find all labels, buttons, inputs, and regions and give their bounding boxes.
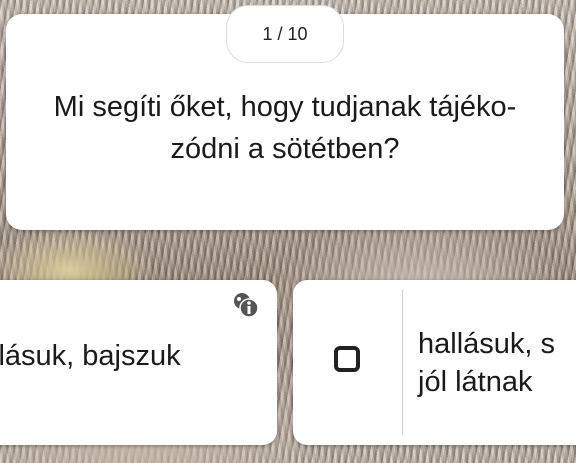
answer-option-right[interactable]: hallásuk, s jól látnak bbox=[293, 280, 576, 445]
question-line-2: zódni a sötétben? bbox=[170, 133, 400, 165]
answer-right-line-1: hallásuk, s bbox=[418, 328, 556, 360]
checkbox-icon[interactable] bbox=[334, 346, 360, 372]
info-icon[interactable] bbox=[232, 291, 260, 319]
answer-right-text: hallásuk, s jól látnak bbox=[418, 325, 555, 401]
divider bbox=[402, 290, 403, 435]
question-line-1: Mi segíti őket, hogy tudjanak tájéko- bbox=[53, 91, 517, 123]
answer-left-text: llásuk, bajszuk bbox=[0, 340, 181, 372]
answer-right-line-2: jól látnak bbox=[418, 366, 533, 398]
question-text: Mi segíti őket, hogy tudjanak tájéko- zó… bbox=[6, 86, 564, 170]
question-counter: 1 / 10 bbox=[226, 5, 344, 63]
answer-option-left[interactable]: llásuk, bajszuk bbox=[0, 280, 277, 445]
